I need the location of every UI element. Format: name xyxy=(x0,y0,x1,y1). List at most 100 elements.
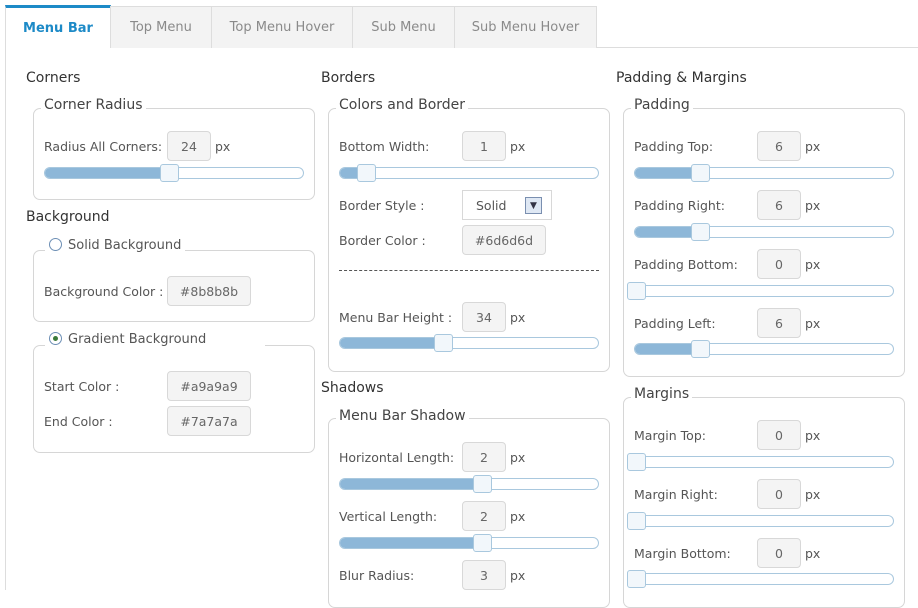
blur-radius-input[interactable]: 3 xyxy=(462,560,506,590)
horizontal-length-slider-fill xyxy=(340,479,482,489)
bottom-width-slider-handle[interactable] xyxy=(356,164,376,182)
padding-bottom-slider-handle[interactable] xyxy=(627,282,646,300)
padding-legend: Padding xyxy=(631,97,693,113)
margin-bottom-label: Margin Bottom: xyxy=(634,546,731,561)
blur-radius-unit: px xyxy=(510,568,526,583)
start-color-input[interactable]: #a9a9a9 xyxy=(167,371,251,401)
colors-border-legend: Colors and Border xyxy=(336,97,469,113)
divider xyxy=(339,270,599,271)
end-color-label: End Color : xyxy=(44,414,113,429)
padding-left-slider-handle[interactable] xyxy=(690,340,710,358)
margin-bottom-slider-handle[interactable] xyxy=(627,570,646,588)
margin-top-slider-handle[interactable] xyxy=(627,453,646,471)
padding-right-input[interactable]: 6 xyxy=(757,190,801,220)
horizontal-length-slider-handle[interactable] xyxy=(472,475,492,493)
padding-left-label: Padding Left: xyxy=(634,316,716,331)
padding-right-slider[interactable] xyxy=(634,223,894,241)
border-color-label: Border Color : xyxy=(339,233,426,248)
blur-radius-label: Blur Radius: xyxy=(339,568,415,583)
border-style-select[interactable]: Solid ▼ xyxy=(462,190,552,220)
corners-heading: Corners xyxy=(26,70,81,86)
bottom-width-slider[interactable] xyxy=(339,164,599,182)
padding-top-slider-handle[interactable] xyxy=(690,164,710,182)
border-style-label: Border Style : xyxy=(339,198,425,213)
background-color-input[interactable]: #8b8b8b xyxy=(167,276,251,306)
menu-bar-height-unit: px xyxy=(510,310,526,325)
menu-bar-height-slider-fill xyxy=(340,338,444,348)
margin-bottom-input[interactable]: 0 xyxy=(757,538,801,568)
margin-right-input[interactable]: 0 xyxy=(757,479,801,509)
margin-top-unit: px xyxy=(805,428,821,443)
vertical-length-slider-fill xyxy=(340,538,482,548)
tab-top-menu-hover[interactable]: Top Menu Hover xyxy=(211,6,353,48)
tab-sub-menu[interactable]: Sub Menu xyxy=(352,6,455,48)
vertical-length-input[interactable]: 2 xyxy=(462,501,506,531)
padding-left-slider-fill xyxy=(635,344,700,354)
margin-right-slider-handle[interactable] xyxy=(627,512,646,530)
gradient-background-radio[interactable] xyxy=(49,332,62,345)
margin-bottom-unit: px xyxy=(805,546,821,561)
horizontal-length-input[interactable]: 2 xyxy=(462,442,506,472)
content-border xyxy=(5,48,6,590)
end-color-input[interactable]: #7a7a7a xyxy=(167,406,251,436)
radius-input[interactable]: 24 xyxy=(167,131,211,161)
menu-bar-shadow-legend: Menu Bar Shadow xyxy=(336,408,469,424)
menu-bar-height-slider[interactable] xyxy=(339,334,599,352)
menu-bar-height-label: Menu Bar Height : xyxy=(339,310,453,325)
background-heading: Background xyxy=(26,209,110,225)
padding-left-input[interactable]: 6 xyxy=(757,308,801,338)
padding-right-unit: px xyxy=(805,198,821,213)
padding-margins-heading: Padding & Margins xyxy=(616,70,747,86)
corner-radius-legend: Corner Radius xyxy=(41,97,146,113)
radius-slider-fill xyxy=(45,168,169,178)
radius-slider-handle[interactable] xyxy=(159,164,179,182)
menu-bar-height-slider-handle[interactable] xyxy=(434,334,454,352)
vertical-length-slider[interactable] xyxy=(339,534,599,552)
bottom-width-label: Bottom Width: xyxy=(339,139,430,154)
padding-top-label: Padding Top: xyxy=(634,139,714,154)
margin-right-slider[interactable] xyxy=(627,512,894,530)
tab-sub-menu-hover[interactable]: Sub Menu Hover xyxy=(454,6,597,48)
padding-bottom-label: Padding Bottom: xyxy=(634,257,738,272)
padding-top-slider[interactable] xyxy=(634,164,894,182)
border-color-input[interactable]: #6d6d6d xyxy=(462,225,546,255)
menu-bar-height-input[interactable]: 34 xyxy=(462,302,506,332)
vertical-length-label: Vertical Length: xyxy=(339,509,438,524)
padding-right-label: Padding Right: xyxy=(634,198,725,213)
margin-right-label: Margin Right: xyxy=(634,487,718,502)
margin-bottom-slider[interactable] xyxy=(627,570,894,588)
horizontal-length-slider[interactable] xyxy=(339,475,599,493)
padding-right-slider-handle[interactable] xyxy=(690,223,710,241)
border-style-value: Solid xyxy=(476,198,507,213)
vertical-length-slider-handle[interactable] xyxy=(472,534,492,552)
padding-bottom-input[interactable]: 0 xyxy=(757,249,801,279)
padding-left-slider[interactable] xyxy=(634,340,894,358)
margin-right-unit: px xyxy=(805,487,821,502)
margin-top-input[interactable]: 0 xyxy=(757,420,801,450)
padding-top-input[interactable]: 6 xyxy=(757,131,801,161)
bottom-width-unit: px xyxy=(510,139,526,154)
gradient-background-label: Gradient Background xyxy=(68,332,207,347)
start-color-label: Start Color : xyxy=(44,379,120,394)
chevron-down-icon[interactable]: ▼ xyxy=(525,197,542,214)
radius-unit: px xyxy=(215,139,231,154)
tab-menu-bar[interactable]: Menu Bar xyxy=(5,5,111,48)
margin-top-slider[interactable] xyxy=(627,453,894,471)
vertical-length-unit: px xyxy=(510,509,526,524)
padding-right-slider-fill xyxy=(635,227,700,237)
borders-heading: Borders xyxy=(321,70,376,86)
bottom-width-input[interactable]: 1 xyxy=(462,131,506,161)
horizontal-length-unit: px xyxy=(510,450,526,465)
tab-top-menu[interactable]: Top Menu xyxy=(110,6,212,48)
padding-bottom-slider[interactable] xyxy=(627,282,894,300)
solid-background-label: Solid Background xyxy=(68,238,182,253)
radius-slider[interactable] xyxy=(44,164,304,182)
padding-bottom-unit: px xyxy=(805,257,821,272)
tab-bar: Menu Bar Top Menu Top Menu Hover Sub Men… xyxy=(5,5,918,48)
padding-top-slider-fill xyxy=(635,168,700,178)
margin-top-label: Margin Top: xyxy=(634,428,706,443)
padding-top-unit: px xyxy=(805,139,821,154)
solid-background-radio[interactable] xyxy=(49,238,62,251)
background-color-label: Background Color : xyxy=(44,284,164,299)
padding-left-unit: px xyxy=(805,316,821,331)
